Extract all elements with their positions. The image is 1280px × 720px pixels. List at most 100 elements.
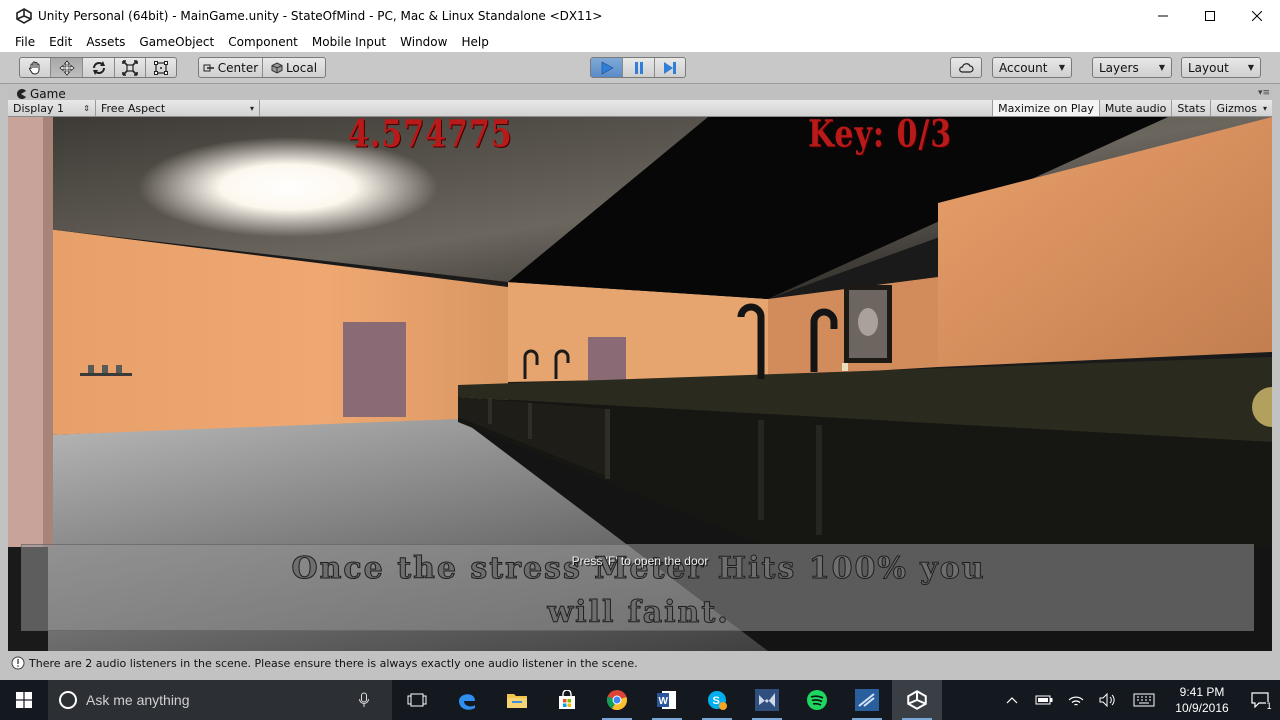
taskbar-store[interactable] [542,680,592,720]
taskbar-skype[interactable]: S [692,680,742,720]
menu-mobile-input[interactable]: Mobile Input [305,35,393,49]
menu-window[interactable]: Window [393,35,454,49]
chevron-up-icon [1006,697,1018,704]
rect-transform-icon [154,60,168,75]
menu-help[interactable]: Help [454,35,495,49]
visual-studio-icon [755,689,779,711]
menu-file[interactable]: File [8,35,42,49]
taskbar-unity-hub[interactable] [842,680,892,720]
menu-gameobject[interactable]: GameObject [132,35,221,49]
taskbar-spotify[interactable] [792,680,842,720]
start-button[interactable] [0,680,48,720]
taskbar-edge[interactable] [442,680,492,720]
chrome-icon [606,690,627,711]
pivot-center-label: Center [217,60,259,75]
local-cube-icon [271,61,283,74]
pivot-center-button[interactable]: Center [199,58,263,77]
account-dropdown[interactable]: Account ▼ [992,57,1072,78]
display-dropdown[interactable]: Display 1 ⇕ [8,100,96,116]
wifi-button[interactable] [1060,680,1092,720]
tab-menu-icon[interactable]: ▾≡ [1258,88,1270,98]
unity-logo-icon [907,690,927,710]
aspect-dropdown[interactable]: Free Aspect ▾ [96,100,260,116]
taskbar-clock[interactable]: 9:41 PM 10/9/2016 [1164,684,1240,716]
taskbar-word[interactable]: W [642,680,692,720]
show-hidden-icons-button[interactable] [996,680,1028,720]
layers-dropdown[interactable]: Layers ▼ [1092,57,1172,78]
notification-badge: 1 [1266,702,1272,712]
play-icon [601,60,614,75]
stats-toggle[interactable]: Stats [1171,100,1210,116]
rotate-icon [92,60,105,75]
cortana-circle-icon [59,691,77,709]
gizmos-label: Gizmos [1216,101,1257,115]
menu-assets[interactable]: Assets [79,35,132,49]
updown-icon: ⇕ [83,103,90,113]
hand-icon [29,61,40,75]
taskbar-visual-studio[interactable] [742,680,792,720]
minimize-button[interactable] [1139,0,1186,32]
rect-tool-button[interactable] [146,58,176,77]
keyboard-icon [1133,693,1155,707]
unity-tool-icon [855,689,879,711]
pacman-icon [17,88,26,99]
info-circle-icon [11,656,25,670]
pivot-local-button[interactable]: Local [263,58,325,77]
cortana-search-box[interactable]: Ask me anything [48,680,392,720]
windows-taskbar: Ask me anything W S 9:41 PM 10/9/2016 1 [0,680,1280,720]
transform-tools [19,57,177,78]
hand-tool-button[interactable] [20,58,51,77]
pivot-local-label: Local [285,60,318,75]
game-viewport[interactable]: 4.574775 Key: 0/3 Once the stress Meter … [8,117,1272,651]
taskbar-unity[interactable] [892,680,942,720]
maximize-on-play-toggle[interactable]: Maximize on Play [992,100,1099,116]
mute-audio-toggle[interactable]: Mute audio [1098,100,1172,116]
game-tab-bar: Game ▾≡ [8,86,1272,101]
edge-object-icon [1252,387,1272,427]
cloud-services-button[interactable] [950,57,982,78]
menu-edit[interactable]: Edit [42,35,79,49]
tab-game-label: Game [30,86,66,101]
scale-tool-button[interactable] [115,58,146,77]
wifi-icon [1068,696,1084,706]
speaker-icon [1099,693,1115,707]
maximize-button[interactable] [1186,0,1233,32]
minimize-icon [1157,15,1168,17]
taskbar-chrome[interactable] [592,680,642,720]
task-view-icon [407,693,427,707]
rotate-tool-button[interactable] [83,58,115,77]
battery-button[interactable] [1028,680,1060,720]
action-center-button[interactable]: 1 [1240,680,1280,720]
playback-controls [590,57,686,78]
display-label: Display 1 [13,101,65,115]
task-view-button[interactable] [392,680,442,720]
move-tool-button[interactable] [51,58,83,77]
menu-bar: File Edit Assets GameObject Component Mo… [0,32,1280,52]
layers-label: Layers [1099,60,1139,75]
menu-component[interactable]: Component [221,35,305,49]
pause-button[interactable] [623,58,655,77]
taskbar-file-explorer[interactable] [492,680,542,720]
edge-browser-icon [459,694,475,710]
gizmos-dropdown[interactable]: Gizmos ▾ [1210,100,1272,116]
close-button[interactable] [1233,0,1280,32]
clock-date: 10/9/2016 [1175,701,1229,715]
maximize-icon [1204,11,1215,21]
tab-game[interactable]: Game [8,86,108,101]
pivot-center-icon [203,64,214,71]
battery-icon [1035,695,1053,705]
play-button[interactable] [591,58,623,77]
keyboard-button[interactable] [1124,680,1164,720]
volume-button[interactable] [1092,680,1124,720]
console-status-bar[interactable]: There are 2 audio listeners in the scene… [8,654,1272,672]
chevron-down-icon: ▼ [1058,63,1065,72]
folder-icon [507,694,527,708]
system-tray: 9:41 PM 10/9/2016 1 [996,680,1280,720]
title-bar: Unity Personal (64bit) - MainGame.unity … [0,0,1280,32]
aspect-label: Free Aspect [101,101,166,115]
close-icon [1251,11,1262,21]
step-button[interactable] [655,58,685,77]
pivot-tools: Center Local [198,57,326,78]
layout-dropdown[interactable]: Layout ▼ [1181,57,1261,78]
microphone-icon[interactable] [358,692,370,708]
